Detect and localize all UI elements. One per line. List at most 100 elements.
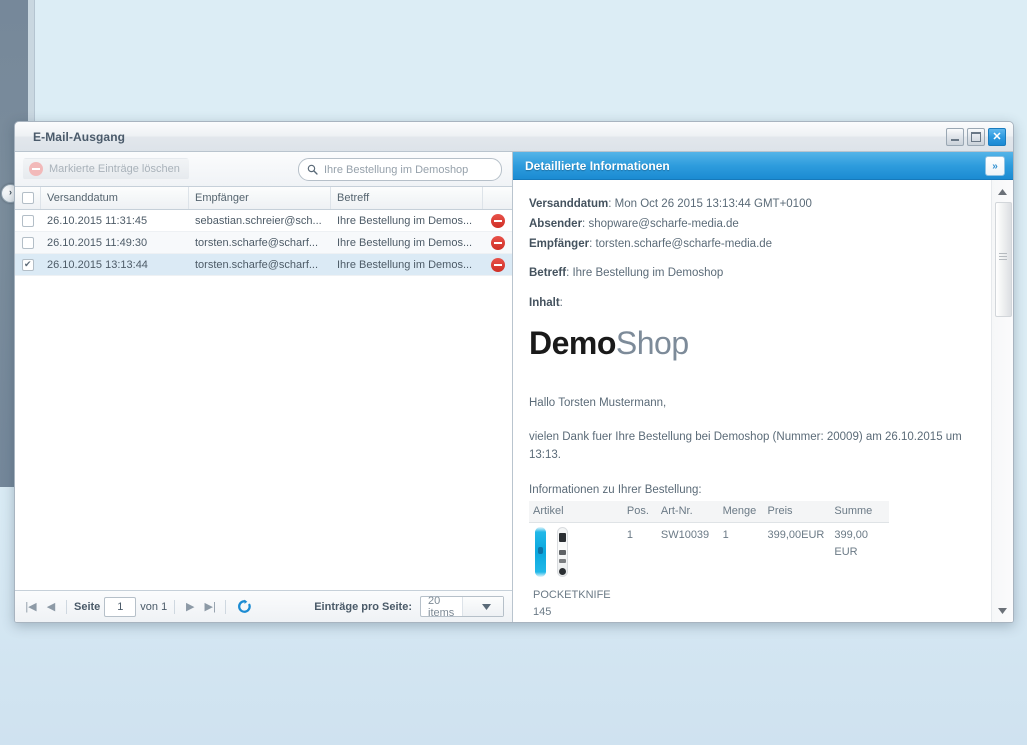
meta-versanddatum: Versanddatum: Mon Oct 26 2015 13:13:44 G… xyxy=(529,198,812,210)
divider xyxy=(66,599,67,614)
page-number-input[interactable] xyxy=(104,596,137,617)
window-body: Markierte Einträge löschen Ihre Bestellu… xyxy=(15,152,1013,622)
delete-selected-label: Markierte Einträge löschen xyxy=(49,163,180,175)
logo-part-demo: Demo xyxy=(529,325,616,362)
grid-toolbar: Markierte Einträge löschen Ihre Bestellu… xyxy=(15,152,512,187)
search-input[interactable]: Ihre Bestellung im Demoshop xyxy=(298,158,502,181)
row-checkbox[interactable] xyxy=(22,258,34,271)
first-page-button[interactable]: |◀ xyxy=(23,599,39,615)
order-col-preis: Preis xyxy=(763,500,831,523)
cell-betreff: Ihre Bestellung im Demos... xyxy=(337,258,473,271)
order-item-image-cell: POCKETKNIFE 145 xyxy=(529,522,623,622)
snowboard-white-icon xyxy=(557,526,568,577)
select-all-checkbox[interactable] xyxy=(21,192,34,204)
table-row[interactable]: 26.10.2015 11:49:30 torsten.scharfe@scha… xyxy=(15,232,512,254)
delete-row-icon[interactable] xyxy=(490,213,505,228)
chevron-down-icon[interactable] xyxy=(461,597,503,616)
refresh-icon[interactable] xyxy=(237,599,252,614)
row-delete-cell[interactable] xyxy=(483,210,512,231)
page-label: Seite xyxy=(74,600,101,613)
divider xyxy=(225,599,227,614)
meta-label: Absender xyxy=(529,217,583,230)
detail-panel-body: Versanddatum: Mon Oct 26 2015 13:13:44 G… xyxy=(513,180,1013,622)
cell-versanddatum: 26.10.2015 11:49:30 xyxy=(47,236,148,249)
order-col-artikel: Artikel xyxy=(529,500,623,523)
order-items-table: Artikel Pos. Art-Nr. Menge Preis Summe P… xyxy=(529,500,889,622)
cell-versanddatum: 26.10.2015 13:13:44 xyxy=(47,258,148,271)
order-col-pos: Pos. xyxy=(622,500,657,523)
cell-empfaenger: sebastian.schreier@sch... xyxy=(195,214,322,227)
row-delete-cell[interactable] xyxy=(483,254,512,275)
detail-panel: Detaillierte Informationen » Versanddatu… xyxy=(513,152,1013,622)
detail-scrollbar[interactable] xyxy=(991,180,1013,622)
cell-empfaenger: torsten.scharfe@scharf... xyxy=(195,236,319,249)
row-select-cell[interactable] xyxy=(15,210,41,231)
meta-value: torsten.scharfe@scharfe-media.de xyxy=(595,237,773,250)
table-row[interactable]: 26.10.2015 11:31:45 sebastian.schreier@s… xyxy=(15,210,512,232)
delete-selected-button[interactable]: Markierte Einträge löschen xyxy=(23,158,189,180)
scroll-up-icon[interactable] xyxy=(994,183,1011,200)
per-page-value: 20 items xyxy=(428,594,455,619)
collapse-panel-button[interactable]: » xyxy=(985,156,1005,176)
close-icon[interactable]: ✕ xyxy=(988,128,1006,146)
per-page-label: Einträge pro Seite: xyxy=(314,600,412,613)
column-header-betreff[interactable]: Betreff xyxy=(331,187,483,209)
row-select-cell[interactable] xyxy=(15,254,41,275)
prev-page-button[interactable]: ◀ xyxy=(43,599,59,615)
order-col-summe: Summe xyxy=(830,500,889,523)
window-title: E-Mail-Ausgang xyxy=(33,129,126,144)
order-item-row: POCKETKNIFE 145 1 SW10039 1 399,00EUR 39… xyxy=(529,522,889,622)
delete-row-icon[interactable] xyxy=(490,235,505,250)
row-checkbox[interactable] xyxy=(22,236,34,249)
order-info-label: Informationen zu Ihrer Bestellung: xyxy=(529,484,702,497)
maximize-icon[interactable] xyxy=(967,128,985,146)
select-all-header[interactable] xyxy=(15,187,41,209)
pagination-toolbar: |◀ ◀ Seite von 1 ▶ ▶| Einträge pro Seite… xyxy=(15,590,512,622)
order-table-header-row: Artikel Pos. Art-Nr. Menge Preis Summe xyxy=(529,500,889,523)
row-select-cell[interactable] xyxy=(15,232,41,253)
page-total-label: von 1 xyxy=(140,600,168,613)
scroll-down-icon[interactable] xyxy=(994,602,1011,619)
email-outbox-window: E-Mail-Ausgang ✕ Markierte Einträge lösc… xyxy=(14,121,1014,623)
order-col-artnr: Art-Nr. xyxy=(656,500,719,523)
column-header-actions xyxy=(483,187,512,209)
table-row[interactable]: 26.10.2015 13:13:44 torsten.scharfe@scha… xyxy=(15,254,512,276)
order-item-artnr: SW10039 xyxy=(656,522,719,622)
cell-betreff: Ihre Bestellung im Demos... xyxy=(337,236,473,249)
scrollbar-grip-icon xyxy=(999,253,1007,262)
per-page-select[interactable]: 20 items xyxy=(420,594,504,619)
email-grid-panel: Markierte Einträge löschen Ihre Bestellu… xyxy=(15,152,513,622)
logo-part-shop: Shop xyxy=(615,325,689,362)
cell-versanddatum: 26.10.2015 11:31:45 xyxy=(47,214,148,227)
detail-panel-header: Detaillierte Informationen » xyxy=(513,152,1013,180)
email-detail-content: Versanddatum: Mon Oct 26 2015 13:13:44 G… xyxy=(513,180,991,622)
meta-label: Versanddatum xyxy=(529,198,609,210)
meta-label: Inhalt xyxy=(529,297,560,310)
meta-label: Empfänger xyxy=(529,237,590,250)
meta-inhalt: Inhalt: xyxy=(529,297,563,310)
delete-row-icon[interactable] xyxy=(490,257,505,272)
search-icon xyxy=(307,164,318,175)
row-delete-cell[interactable] xyxy=(483,232,512,253)
cell-empfaenger: torsten.scharfe@scharf... xyxy=(195,258,319,271)
row-checkbox[interactable] xyxy=(22,214,34,227)
order-item-preis: 399,00EUR xyxy=(763,522,831,622)
next-page-button[interactable]: ▶ xyxy=(182,599,198,615)
order-item-pos: 1 xyxy=(622,522,657,622)
meta-label: Betreff xyxy=(529,267,567,280)
scrollbar-thumb[interactable] xyxy=(995,202,1012,317)
meta-value: Mon Oct 26 2015 13:13:44 GMT+0100 xyxy=(614,198,812,210)
column-header-versanddatum[interactable]: Versanddatum xyxy=(41,187,189,209)
minus-circle-icon xyxy=(29,162,43,176)
email-greeting: Hallo Torsten Mustermann, xyxy=(529,396,667,409)
per-page-group: Einträge pro Seite: 20 items xyxy=(314,594,504,619)
meta-value: shopware@scharfe-media.de xyxy=(588,217,739,230)
minimize-icon[interactable] xyxy=(946,128,964,146)
last-page-button[interactable]: ▶| xyxy=(202,599,218,615)
window-controls: ✕ xyxy=(946,128,1006,146)
snowboard-thumbnail xyxy=(533,526,613,579)
order-item-menge: 1 xyxy=(718,522,764,622)
demoshop-logo: DemoShop xyxy=(529,319,973,369)
meta-absender: Absender: shopware@scharfe-media.de xyxy=(529,217,739,230)
column-header-empfaenger[interactable]: Empfänger xyxy=(189,187,331,209)
